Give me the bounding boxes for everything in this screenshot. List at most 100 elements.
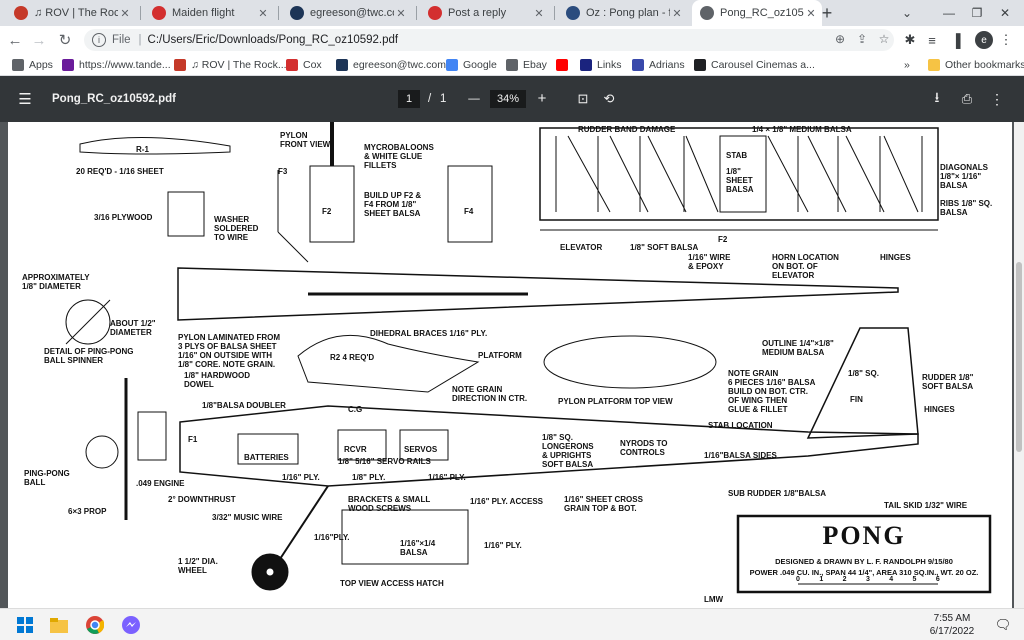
- bookmark-8[interactable]: Links: [580, 57, 622, 73]
- zoom-in-button[interactable]: +: [534, 89, 550, 107]
- bookmark-1[interactable]: https://www.tande...: [62, 57, 171, 73]
- plan-label-sheet-cross: 1/16" SHEET CROSS GRAIN TOP & BOT.: [564, 495, 644, 513]
- bookmark-0[interactable]: Apps: [12, 57, 53, 73]
- bookmark-star-icon[interactable]: ☆: [876, 32, 892, 46]
- plan-label-ply-hatch2: 1/16" PLY.: [484, 541, 522, 550]
- bookmark-label: Apps: [29, 59, 53, 71]
- plan-label-washer: WASHER SOLDERED TO WIRE: [214, 215, 259, 242]
- profile-avatar[interactable]: e: [975, 31, 993, 49]
- bookmark-7[interactable]: [556, 57, 573, 73]
- tab-2[interactable]: egreeson@twc.com - Spectrum✕: [282, 0, 412, 26]
- tab-0[interactable]: ♫ ROV | The Rock Stars✕: [6, 0, 136, 26]
- bookmark-favicon-icon: [62, 59, 74, 71]
- new-tab-button[interactable]: +: [812, 0, 842, 26]
- windows-start-icon[interactable]: [14, 614, 36, 636]
- bookmark-label: Links: [597, 59, 622, 71]
- tab-title: egreeson@twc.com - Spectrum: [310, 7, 394, 19]
- reload-button[interactable]: ↻: [54, 30, 76, 50]
- chrome-menu-icon[interactable]: ⋮: [996, 30, 1016, 50]
- file-explorer-icon[interactable]: [48, 614, 70, 636]
- folder-icon: [928, 59, 940, 71]
- plan-label-pingpong: PING-PONG BALL: [24, 469, 70, 487]
- bookmark-favicon-icon: [694, 59, 706, 71]
- bookmark-10[interactable]: Carousel Cinemas a...: [694, 57, 815, 73]
- zoom-level-input[interactable]: 34%: [490, 90, 526, 108]
- address-bar[interactable]: i File | C:/Users/Eric/Downloads/Pong_RC…: [84, 29, 894, 51]
- chrome-taskbar-icon[interactable]: [84, 614, 106, 636]
- plan-label-hinges-top: HINGES: [880, 253, 911, 262]
- clock-date: 6/17/2022: [929, 626, 975, 637]
- bookmark-2[interactable]: ♫ ROV | The Rock...: [174, 57, 287, 73]
- info-icon[interactable]: i: [92, 33, 106, 47]
- tab-1[interactable]: Maiden flight ✕: [144, 0, 274, 26]
- other-bookmarks-folder[interactable]: Other bookmarks: [928, 57, 1024, 73]
- rib-outline: [79, 136, 231, 155]
- reading-list-icon[interactable]: ≡: [922, 30, 942, 50]
- plan-label-f3: F3: [278, 167, 288, 176]
- bookmark-5[interactable]: Google: [446, 57, 497, 73]
- forward-button[interactable]: →: [28, 30, 50, 50]
- plan-label-sub-rudder: SUB RUDDER 1/8"BALSA: [728, 489, 826, 498]
- plan-label-ply-access: 1/16" PLY. ACCESS: [470, 497, 544, 506]
- pdf-menu-icon[interactable]: ☰: [14, 90, 36, 108]
- messenger-icon[interactable]: [120, 614, 142, 636]
- rotate-icon[interactable]: ⟲: [600, 90, 618, 108]
- tab-search-icon[interactable]: ⌄: [886, 0, 928, 26]
- tab-close-icon[interactable]: ✕: [394, 7, 408, 20]
- download-icon[interactable]: ⭳: [928, 89, 946, 108]
- tab-close-icon[interactable]: ✕: [670, 7, 684, 20]
- tab-close-icon[interactable]: ✕: [118, 7, 132, 20]
- plan-label-prop: 6×3 PROP: [68, 507, 107, 516]
- notification-icon[interactable]: 🗨: [992, 614, 1014, 636]
- more-bookmarks-button[interactable]: »: [904, 57, 910, 73]
- pylon-front-f4: [447, 165, 493, 243]
- zoom-out-button[interactable]: —: [466, 90, 482, 108]
- scale-tick-label: 6: [936, 576, 940, 583]
- bookmark-3[interactable]: Cox: [286, 57, 322, 73]
- address-separator: |: [138, 34, 142, 46]
- print-icon[interactable]: ⎙: [958, 90, 976, 108]
- plan-label-note-grain-wing: NOTE GRAIN 6 PIECES 1/16" BALSA BUILD ON B…: [728, 369, 816, 414]
- tab-close-icon[interactable]: ✕: [532, 7, 546, 20]
- bookmark-label: egreeson@twc.com...: [353, 59, 455, 71]
- pdf-toolbar: ☰ Pong_RC_oz10592.pdf 1 / 1 — 34% + ⊡ ⟲ …: [0, 76, 1024, 122]
- plan-label-servos: SERVOS: [404, 445, 438, 454]
- tab-close-icon[interactable]: ✕: [256, 7, 270, 20]
- tab-5[interactable]: Pong_RC_oz10592.pdf✕: [692, 0, 822, 26]
- back-button[interactable]: ←: [4, 30, 26, 50]
- fit-page-icon[interactable]: ⊡: [574, 90, 592, 108]
- pylon-side: [297, 334, 480, 393]
- plan-label-rudder: RUDDER 1/8" SOFT BALSA: [922, 373, 974, 391]
- bookmark-6[interactable]: Ebay: [506, 57, 547, 73]
- plan-label-lmw: LMW: [704, 595, 724, 604]
- bookmark-favicon-icon: [12, 59, 24, 71]
- pdf-viewer[interactable]: R-1 20 REQ'D - 1/16 SHEET 3/16 PLYWOOD WASH…: [0, 122, 1024, 608]
- tab-3[interactable]: Post a reply ✕: [420, 0, 550, 26]
- forward-arrow-icon: →: [31, 31, 47, 49]
- model-plan-drawing: R-1 20 REQ'D - 1/16 SHEET 3/16 PLYWOOD WASH…: [22, 122, 992, 604]
- side-panel-icon[interactable]: ▐: [946, 30, 966, 50]
- extensions-puzzle-icon[interactable]: ✱: [900, 30, 920, 50]
- tab-title: Post a reply: [448, 7, 507, 19]
- zoom-icon[interactable]: ⊕: [832, 32, 848, 46]
- pdf-more-icon[interactable]: ⋮: [988, 90, 1006, 108]
- plan-label-hatch-title: TOP VIEW ACCESS HATCH: [340, 579, 444, 588]
- plan-specs: POWER .049 CU. IN., SPAN 44 1/4", AREA 3…: [750, 568, 979, 577]
- spinner-ball: [85, 435, 119, 469]
- tab-4[interactable]: Oz : Pong plan - free download✕: [558, 0, 688, 26]
- plan-label-servo-rails: 1/8" 5/16" SERVO RAILS: [338, 457, 431, 466]
- address-url[interactable]: C:/Users/Eric/Downloads/Pong_RC_oz10592.…: [148, 34, 399, 46]
- plan-label-elevator: ELEVATOR: [560, 243, 602, 252]
- share-icon[interactable]: ⇪: [854, 32, 870, 46]
- plan-label-note-grain-ctr: NOTE GRAIN DIRECTION IN CTR.: [452, 385, 527, 403]
- plan-label-pylon-platform: PYLON PLATFORM TOP VIEW: [558, 397, 673, 406]
- close-window-button[interactable]: ✕: [984, 0, 1024, 26]
- page-number-input[interactable]: 1: [398, 90, 420, 108]
- plan-label-music-wire: 3/32" MUSIC WIRE: [212, 513, 283, 522]
- system-clock[interactable]: 7:55 AM 6/17/2022: [918, 612, 986, 638]
- bookmark-4[interactable]: egreeson@twc.com...: [336, 57, 455, 73]
- bookmark-9[interactable]: Adrians: [632, 57, 685, 73]
- vertical-scrollbar[interactable]: [1014, 122, 1024, 608]
- scale-tick-label: 2: [843, 576, 847, 583]
- scrollbar-thumb[interactable]: [1016, 262, 1022, 452]
